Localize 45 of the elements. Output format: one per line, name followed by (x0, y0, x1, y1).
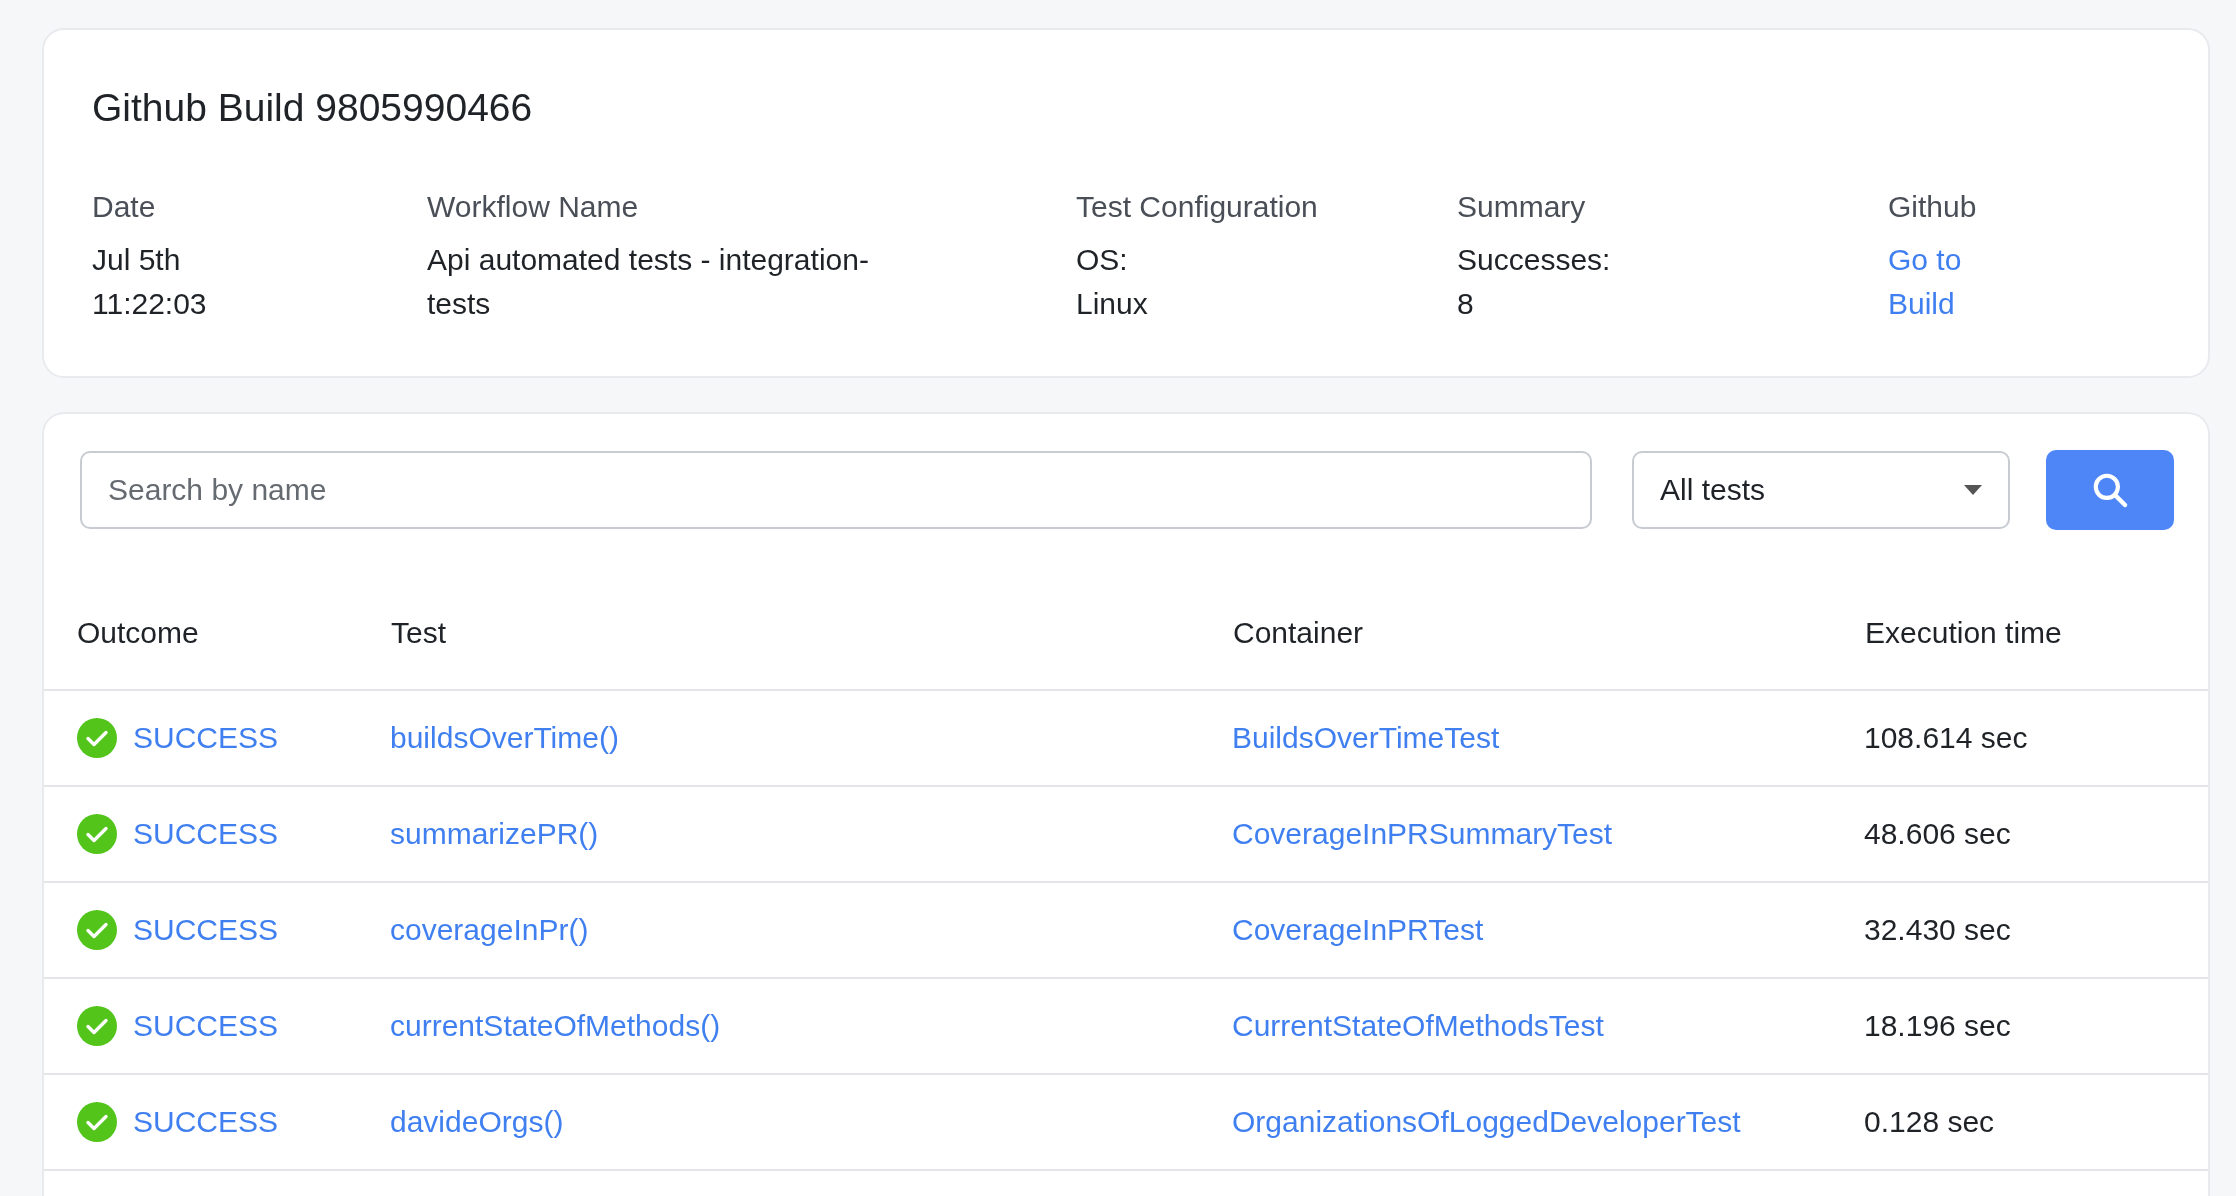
search-icon (2091, 471, 2129, 509)
check-circle-icon (77, 814, 117, 854)
field-label: Test Configuration (1076, 190, 1319, 224)
search-field[interactable]: Search by name (80, 451, 1592, 529)
column-header: Test (391, 616, 447, 649)
field-value: Successes: 8 (1457, 242, 1612, 322)
outcome-link[interactable]: SUCCESS (133, 913, 279, 947)
column-header: Execution time (1865, 616, 2062, 649)
execution-time: 32.430 sec (1864, 913, 2011, 946)
field-label: Github (1888, 190, 1978, 224)
test-link[interactable]: summarizePR() (390, 817, 599, 850)
execution-time: 0.128 sec (1864, 1105, 1995, 1138)
outcome-link[interactable]: SUCCESS (133, 721, 279, 755)
check-circle-icon (77, 1006, 117, 1046)
build-title: Github Build 9805990466 (92, 86, 534, 130)
field-label: Date (92, 190, 157, 224)
check-circle-icon (77, 718, 117, 758)
container-link[interactable]: CurrentStateOfMethodsTest (1232, 1009, 1604, 1042)
check-circle-icon (77, 910, 117, 950)
field-value: OS: Linux (1076, 242, 1149, 322)
execution-time: 108.614 sec (1864, 721, 2028, 754)
execution-time: 18.196 sec (1864, 1009, 2011, 1042)
caret-icon (1964, 485, 1982, 495)
check-circle-icon (77, 1102, 117, 1142)
outcome-link[interactable]: SUCCESS (133, 1009, 279, 1043)
field-label: Workflow Name (427, 190, 640, 224)
column-header: Container (1233, 616, 1364, 649)
outcome-link[interactable]: SUCCESS (133, 817, 279, 851)
container-link[interactable]: OrganizationsOfLoggedDeveloperTest (1232, 1105, 1741, 1138)
test-link[interactable]: buildsOverTime() (390, 721, 619, 754)
field-value: Api automated tests - integration-tests (427, 242, 870, 322)
container-link[interactable]: CoverageInPRTest (1232, 913, 1484, 946)
search-button[interactable] (2046, 450, 2174, 530)
column-header: Outcome (77, 616, 199, 649)
container-link[interactable]: BuildsOverTimeTest (1232, 721, 1500, 754)
field-value: Jul 5th 11:22:03 (92, 242, 208, 322)
test-filter-dropdown[interactable]: All tests (1632, 451, 2010, 529)
outcome-link[interactable]: SUCCESS (133, 1105, 279, 1139)
test-link[interactable]: coverageInPr() (390, 913, 589, 946)
field-label: Summary (1457, 190, 1587, 224)
test-link[interactable]: davideOrgs() (390, 1105, 564, 1138)
execution-time: 48.606 sec (1864, 817, 2011, 850)
build-link[interactable]: Go to Build (1888, 238, 1978, 326)
container-link[interactable]: CoverageInPRSummaryTest (1232, 817, 1613, 850)
test-link[interactable]: currentStateOfMethods() (390, 1009, 721, 1042)
